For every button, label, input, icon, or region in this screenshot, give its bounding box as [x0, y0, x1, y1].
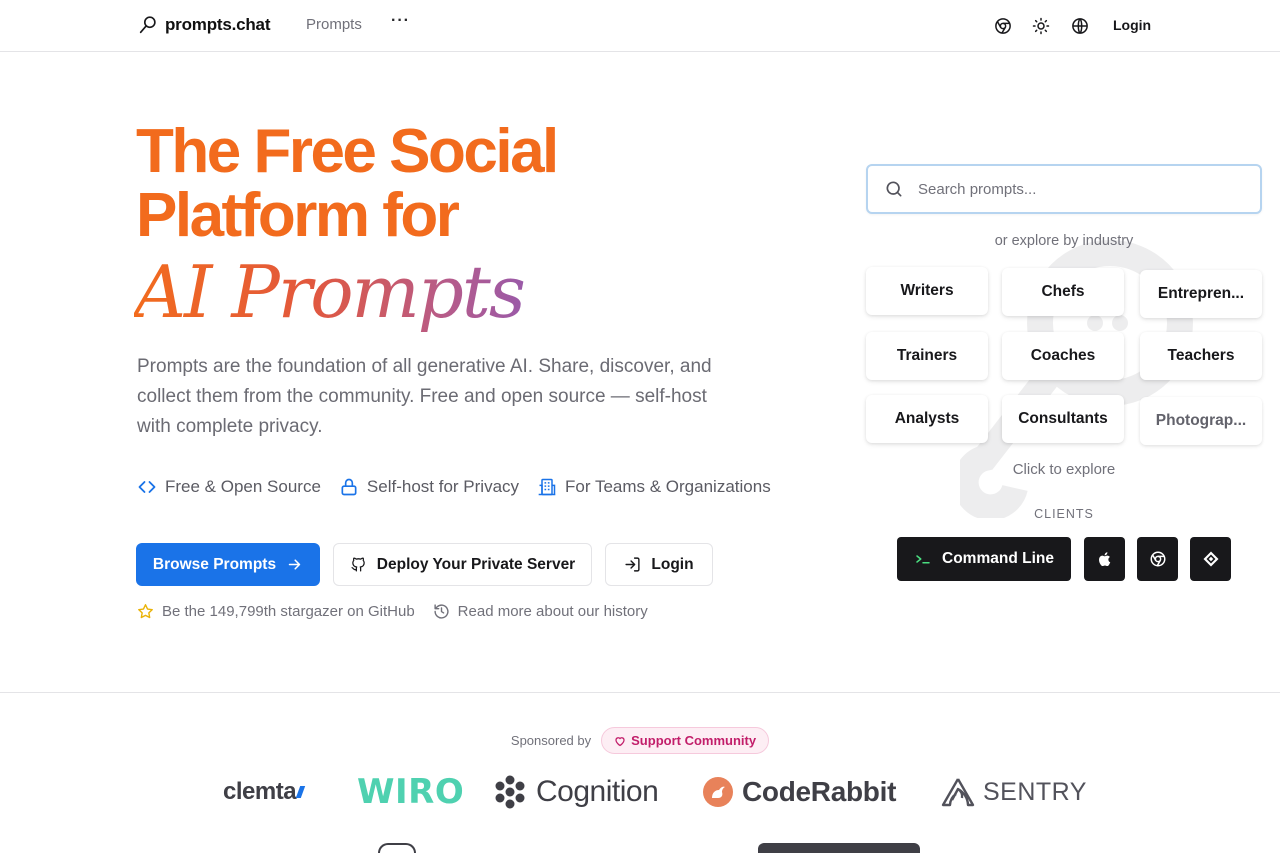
feature-label: Self-host for Privacy: [366, 477, 520, 496]
raycast-client-button[interactable]: [1190, 537, 1231, 581]
sponsor-logo-partial: [378, 843, 416, 853]
sentry-mark-icon: [941, 778, 975, 807]
stargazer-link[interactable]: Be the 149,799th stargazer on GitHub: [137, 603, 415, 620]
brand-name: prompts.chat: [165, 15, 271, 34]
sponsor-coderabbit-logo[interactable]: CodeRabbit: [702, 770, 896, 814]
prompts-logo-icon: [139, 16, 156, 34]
star-icon: [138, 604, 153, 619]
sponsored-by-row: Sponsored by Support Community: [0, 727, 1280, 754]
industry-trainers[interactable]: Trainers: [866, 332, 988, 380]
heart-icon: [615, 736, 625, 746]
apple-client-button[interactable]: [1084, 537, 1125, 581]
code-icon: [138, 481, 156, 493]
sponsor-logo-partial: [758, 843, 920, 853]
hero-description: Prompts are the foundation of all genera…: [137, 356, 712, 437]
sponsor-wiro-logo[interactable]: WIRO: [357, 770, 464, 814]
feature-label: For Teams & Organizations: [565, 477, 771, 496]
header-login-link[interactable]: Login: [1113, 17, 1151, 33]
lock-icon: [341, 478, 357, 496]
chrome-icon: [1150, 551, 1165, 567]
feature-self-host: Self-host for Privacy: [339, 477, 519, 497]
support-community-button[interactable]: Support Community: [601, 727, 770, 754]
cognition-wordmark: Cognition: [536, 775, 659, 808]
globe-icon[interactable]: [1070, 16, 1090, 36]
history-link[interactable]: Read more about our history: [433, 603, 648, 620]
industry-coaches[interactable]: Coaches: [1002, 332, 1124, 380]
coderabbit-mark-icon: [703, 777, 733, 807]
history-text: Read more about our history: [457, 603, 648, 620]
hero-title-script: AI Prompts: [134, 250, 526, 334]
command-line-client-button[interactable]: Command Line: [897, 537, 1071, 581]
search-input[interactable]: [918, 180, 1238, 198]
github-icon: [351, 557, 365, 572]
hero-title-line2: Platform for: [136, 181, 460, 250]
feature-list: Free & Open Source Self-host for Privacy…: [137, 477, 771, 497]
industry-photographers[interactable]: Photograp...: [1140, 397, 1262, 445]
sponsor-sentry-logo[interactable]: SENTRY: [941, 770, 1087, 814]
browse-prompts-label: Browse Prompts: [152, 555, 277, 573]
search-input-wrapper[interactable]: [866, 164, 1262, 214]
apple-icon: [1098, 552, 1110, 567]
cognition-mark-icon: [495, 775, 525, 809]
browse-prompts-button[interactable]: Browse Prompts: [136, 543, 320, 586]
sponsor-cognition-logo[interactable]: Cognition: [492, 770, 659, 814]
chrome-client-button[interactable]: [1137, 537, 1178, 581]
coderabbit-wordmark: CodeRabbit: [742, 776, 897, 807]
sponsored-by-label: Sponsored by: [510, 733, 592, 748]
sentry-wordmark: SENTRY: [983, 777, 1087, 806]
industry-writers[interactable]: Writers: [866, 267, 988, 315]
clemta-wordmark: clemta: [223, 778, 297, 805]
history-icon: [434, 604, 449, 619]
brand-link[interactable]: prompts.chat: [137, 14, 270, 36]
industry-analysts[interactable]: Analysts: [866, 395, 988, 443]
stargazer-text: Be the 149,799th stargazer on GitHub: [162, 603, 415, 620]
nav-prompts-link[interactable]: Prompts: [306, 16, 362, 33]
top-navbar: prompts.chat Prompts ··· Login: [0, 0, 1280, 52]
search-icon: [886, 181, 902, 197]
industry-teachers[interactable]: Teachers: [1140, 332, 1262, 380]
sun-icon[interactable]: [1031, 16, 1051, 36]
meta-links: Be the 149,799th stargazer on GitHub Rea…: [137, 603, 648, 620]
explore-by-industry-label: or explore by industry: [994, 233, 1134, 249]
clemta-accent-icon: [295, 786, 306, 798]
log-in-icon: [625, 557, 640, 572]
hero-title-line1: The Free Social: [136, 117, 559, 186]
click-to-explore-label: Click to explore: [1012, 461, 1116, 478]
arrow-right-icon: [288, 559, 301, 570]
deploy-server-label: Deploy Your Private Server: [376, 555, 576, 573]
industry-chefs[interactable]: Chefs: [1002, 268, 1124, 316]
hero-login-label: Login: [651, 555, 694, 573]
hero-login-button[interactable]: Login: [605, 543, 713, 586]
terminal-icon: [916, 555, 930, 564]
command-line-label: Command Line: [942, 550, 1054, 567]
feature-teams: For Teams & Organizations: [537, 477, 771, 497]
sponsor-clemta-logo[interactable]: clemta: [223, 770, 306, 814]
deploy-server-button[interactable]: Deploy Your Private Server: [333, 543, 592, 586]
chrome-icon[interactable]: [993, 16, 1013, 36]
feature-label: Free & Open Source: [165, 477, 321, 496]
support-community-label: Support Community: [631, 733, 757, 748]
building-icon: [538, 478, 556, 496]
industry-consultants[interactable]: Consultants: [1002, 395, 1124, 443]
more-menu-icon[interactable]: ···: [391, 12, 410, 30]
feature-open-source: Free & Open Source: [137, 477, 321, 497]
wiro-wordmark: WIRO: [357, 772, 465, 812]
industry-entrepreneurs[interactable]: Entrepren...: [1140, 270, 1262, 318]
section-divider: [0, 692, 1280, 693]
sponsor-logos: clemta WIRO Cognition CodeRabbit SENTRY: [0, 770, 1280, 814]
raycast-icon: [1203, 551, 1218, 567]
hero-title: The Free Social Platform for: [136, 120, 776, 248]
clients-label: CLIENTS: [1034, 507, 1094, 521]
